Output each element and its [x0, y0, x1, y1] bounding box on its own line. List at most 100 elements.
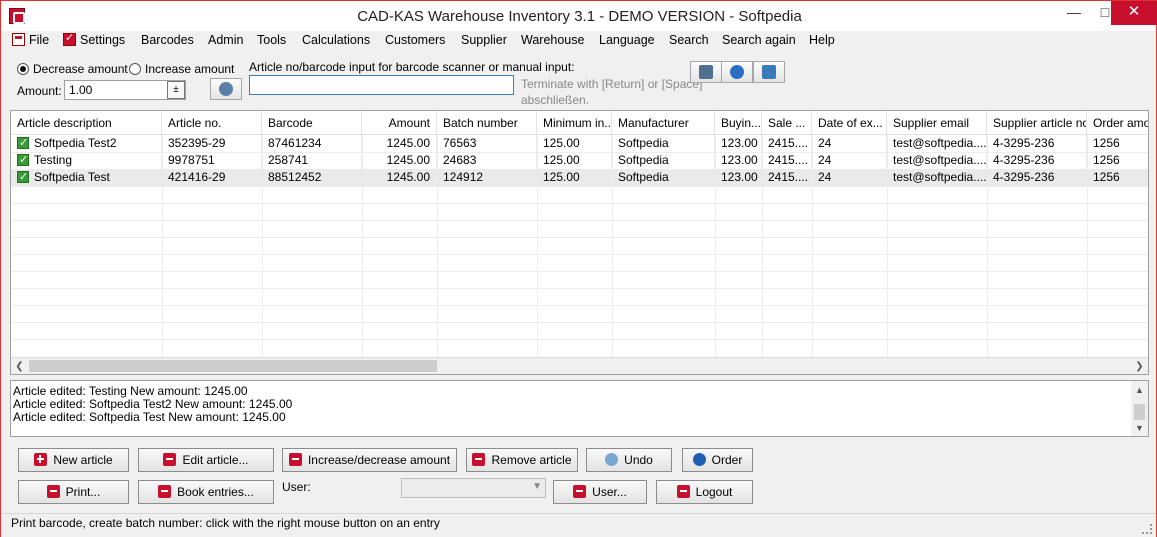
column-header[interactable]: Batch number	[437, 111, 537, 135]
file-icon	[12, 33, 25, 46]
row-divider	[11, 288, 1148, 289]
menu-search-again[interactable]: Search again	[722, 33, 796, 47]
menu-calculations[interactable]: Calculations	[302, 33, 370, 47]
row-divider	[11, 237, 1148, 238]
column-header[interactable]: Supplier article no.	[987, 111, 1087, 135]
table-cell: 4-3295-236	[987, 152, 1087, 169]
menu-tools[interactable]: Tools	[257, 33, 286, 47]
scroll-right-icon[interactable]: ❯	[1131, 358, 1148, 374]
menu-supplier[interactable]: Supplier	[461, 33, 507, 47]
barcode-database-button[interactable]	[690, 61, 722, 83]
table-cell: Softpedia	[612, 135, 715, 152]
terminate-hint: Terminate with [Return] or [Space]	[521, 77, 703, 91]
settings-gear-button[interactable]	[210, 78, 242, 100]
edit-article-button[interactable]: Edit article...	[138, 448, 274, 472]
table-cell: Softpedia	[612, 152, 715, 169]
column-header[interactable]: Date of ex...	[812, 111, 887, 135]
table-row[interactable]: Testing 9978751 258741 1245.00 24683 125…	[11, 152, 1148, 169]
column-header[interactable]: Amount	[362, 111, 437, 135]
menu-language[interactable]: Language	[599, 33, 655, 47]
edit-article-label: Edit article...	[182, 453, 249, 467]
remove-article-button[interactable]: Remove article	[466, 448, 578, 472]
minimize-button[interactable]: —	[1059, 1, 1089, 25]
resize-grip-icon[interactable]	[1142, 524, 1152, 534]
undo-button[interactable]: Undo	[586, 448, 672, 472]
print-button[interactable]: Print...	[18, 480, 129, 504]
column-header[interactable]: Manufacturer	[612, 111, 715, 135]
column-header[interactable]: Buyin...	[715, 111, 762, 135]
table-cell: 123.00	[715, 135, 762, 152]
column-header[interactable]: Sale ...	[762, 111, 812, 135]
table-cell: 1245.00	[362, 169, 437, 186]
logout-button[interactable]: Logout	[656, 480, 753, 504]
cell-text: Softpedia Test2	[34, 136, 117, 150]
scrollbar-thumb[interactable]	[1134, 404, 1145, 420]
table-cell: 87461234	[262, 135, 362, 152]
increase-amount-label[interactable]: Increase amount	[145, 62, 234, 76]
close-button[interactable]: ✕	[1111, 1, 1157, 25]
table-cell: Softpedia Test2	[11, 135, 162, 152]
table-cell: 1256	[1087, 169, 1148, 186]
manual-button[interactable]	[753, 61, 785, 83]
column-header[interactable]: Barcode	[262, 111, 362, 135]
table-cell: test@softpedia....	[887, 152, 987, 169]
activity-log[interactable]: Article edited: Testing New amount: 1245…	[10, 380, 1149, 437]
scrollbar-thumb[interactable]	[29, 360, 437, 372]
scroll-left-icon[interactable]: ❮	[11, 358, 28, 374]
window-title: CAD-KAS Warehouse Inventory 3.1 - DEMO V…	[357, 8, 802, 25]
column-header[interactable]: Article no.	[162, 111, 262, 135]
amount-spin-icon[interactable]: ±	[167, 81, 185, 99]
column-header[interactable]: Supplier email	[887, 111, 987, 135]
web-button[interactable]	[721, 61, 753, 83]
menu-file[interactable]: File	[12, 33, 49, 47]
table-cell: 1245.00	[362, 135, 437, 152]
table-row[interactable]: Softpedia Test2 352395-29 87461234 1245.…	[11, 135, 1148, 152]
title-bar[interactable]: CAD-KAS Warehouse Inventory 3.1 - DEMO V…	[1, 1, 1157, 31]
menu-settings[interactable]: Settings	[63, 31, 125, 47]
increase-amount-radio[interactable]	[129, 63, 141, 75]
row-divider	[11, 254, 1148, 255]
menu-search[interactable]: Search	[669, 33, 709, 47]
logout-label: Logout	[695, 485, 733, 499]
column-header[interactable]: Order amou	[1087, 111, 1148, 135]
scroll-up-icon[interactable]: ▲	[1131, 383, 1148, 397]
table-cell: 2415....	[762, 152, 812, 169]
menu-barcodes[interactable]: Barcodes	[141, 33, 194, 47]
new-article-button[interactable]: New article	[18, 448, 129, 472]
column-header[interactable]: Article description	[11, 111, 162, 135]
table-cell: test@softpedia....	[887, 169, 987, 186]
row-divider	[11, 220, 1148, 221]
increase-decrease-button[interactable]: Increase/decrease amount	[282, 448, 457, 472]
order-button[interactable]: Order	[682, 448, 753, 472]
article-table[interactable]: Article description Article no. Barcode …	[10, 110, 1149, 375]
column-header[interactable]: Minimum in...	[537, 111, 612, 135]
row-divider	[11, 186, 1148, 187]
order-label: Order	[711, 453, 743, 467]
menu-bar: File Settings Barcodes Admin Tools Calcu…	[1, 31, 1156, 51]
menu-customers[interactable]: Customers	[385, 33, 445, 47]
scroll-down-icon[interactable]: ▼	[1131, 421, 1148, 435]
row-divider	[11, 203, 1148, 204]
cell-text: Testing	[34, 153, 73, 167]
table-row[interactable]: Softpedia Test 421416-29 88512452 1245.0…	[11, 169, 1148, 186]
vertical-scrollbar[interactable]: ▲ ▼	[1131, 381, 1148, 436]
book-entries-button[interactable]: Book entries...	[138, 480, 274, 504]
user-button[interactable]: User...	[553, 480, 647, 504]
article-barcode-input[interactable]	[249, 75, 514, 95]
decrease-amount-radio[interactable]	[17, 63, 29, 75]
table-cell: 2415....	[762, 135, 812, 152]
table-cell: 125.00	[537, 135, 612, 152]
table-cell: 88512452	[262, 169, 362, 186]
horizontal-scrollbar[interactable]: ❮ ❯	[11, 357, 1148, 374]
user-select[interactable]: ▼	[401, 478, 546, 498]
table-cell: 125.00	[537, 152, 612, 169]
check-icon	[17, 135, 29, 152]
table-cell: 258741	[262, 152, 362, 169]
menu-warehouse[interactable]: Warehouse	[521, 33, 584, 47]
menu-admin[interactable]: Admin	[208, 33, 243, 47]
decrease-amount-label[interactable]: Decrease amount	[33, 62, 128, 76]
menu-help[interactable]: Help	[809, 33, 835, 47]
amount-label: Amount:	[17, 84, 62, 98]
log-line: Article edited: Softpedia Test2 New amou…	[13, 397, 293, 411]
table-cell: 9978751	[162, 152, 262, 169]
